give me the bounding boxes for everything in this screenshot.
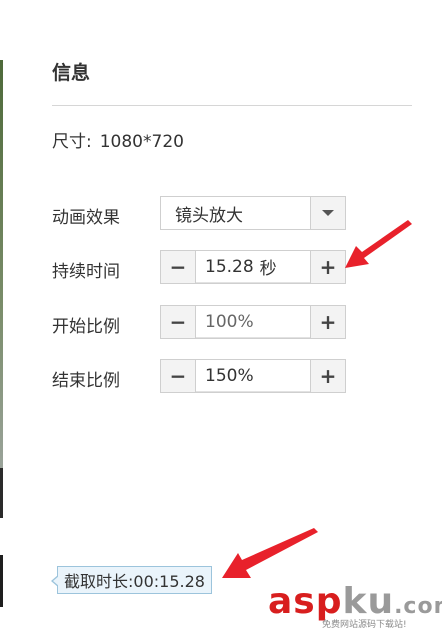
end-scale-input[interactable]: 150% xyxy=(196,360,310,392)
duration-increment-button[interactable]: + xyxy=(310,251,345,283)
dropdown-arrow-button[interactable] xyxy=(310,197,345,229)
duration-label: 持续时间 xyxy=(52,262,120,282)
start-scale-label: 开始比例 xyxy=(52,317,120,337)
start-scale-stepper[interactable]: − 100% + xyxy=(160,305,346,339)
end-scale-decrement-button[interactable]: − xyxy=(161,360,196,392)
animation-selected-value: 镜头放大 xyxy=(175,205,243,226)
animation-select[interactable]: 镜头放大 xyxy=(160,196,346,230)
panel-title: 信息 xyxy=(52,62,91,84)
annotation-arrow-clip xyxy=(222,528,318,578)
clip-duration-tooltip: 截取时长:00:15.28 xyxy=(51,566,212,594)
end-scale-increment-button[interactable]: + xyxy=(310,360,345,392)
animation-label: 动画效果 xyxy=(52,208,120,228)
title-divider xyxy=(52,105,412,106)
start-scale-value: 100% xyxy=(205,311,254,332)
annotation-arrow-duration xyxy=(345,220,412,268)
start-scale-increment-button[interactable]: + xyxy=(310,306,345,338)
size-info: 尺寸: 1080*720 xyxy=(52,127,184,152)
chevron-down-icon xyxy=(322,210,334,216)
duration-input[interactable]: 15.28 秒 xyxy=(196,251,310,283)
watermark-logo: aspku.com 免费网站源码下载站! xyxy=(268,581,442,630)
watermark-brand: aspku.com xyxy=(268,581,442,622)
size-label: 尺寸: xyxy=(52,132,92,152)
duration-decrement-button[interactable]: − xyxy=(161,251,196,283)
watermark-tagline: 免费网站源码下载站! xyxy=(322,620,407,630)
size-value: 1080*720 xyxy=(99,132,184,152)
end-scale-value: 150% xyxy=(205,365,254,386)
timeline-edge-lower xyxy=(0,555,3,607)
duration-value: 15.28 xyxy=(205,256,254,277)
start-scale-input[interactable]: 100% xyxy=(196,306,310,338)
end-scale-stepper[interactable]: − 150% + xyxy=(160,359,346,393)
start-scale-decrement-button[interactable]: − xyxy=(161,306,196,338)
preview-edge xyxy=(0,60,3,470)
end-scale-label: 结束比例 xyxy=(52,371,120,391)
duration-stepper[interactable]: − 15.28 秒 + xyxy=(160,250,346,284)
timeline-edge xyxy=(0,468,3,518)
duration-unit: 秒 xyxy=(259,259,277,279)
